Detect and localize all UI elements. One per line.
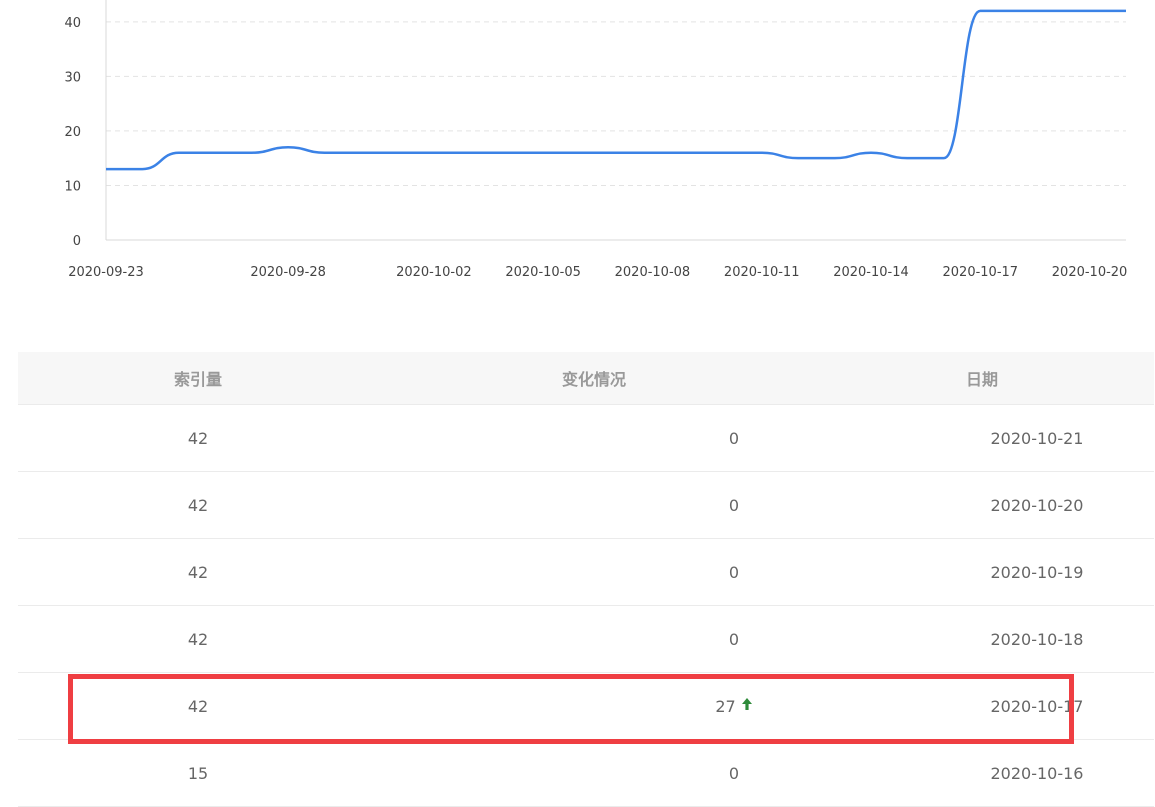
y-tick-label: 30 xyxy=(64,70,81,85)
cell-date: 2020-10-17 xyxy=(990,696,1084,716)
change-value: 27 xyxy=(715,696,736,716)
cell-index: 42 xyxy=(187,629,209,649)
x-tick-label: 2020-10-20 xyxy=(1052,265,1128,280)
change-with-arrow: 27 xyxy=(715,696,752,716)
table-row: 42 0 2020-10-19 xyxy=(18,539,1154,606)
cell-index: 42 xyxy=(187,696,209,716)
header-change: 变化情况 xyxy=(561,370,626,389)
table-header: 索引量 变化情况 日期 xyxy=(18,352,1154,405)
x-tick-label: 2020-10-11 xyxy=(724,265,800,280)
cell-index: 42 xyxy=(187,562,209,582)
x-tick-label: 2020-09-28 xyxy=(250,265,326,280)
cell-index: 15 xyxy=(187,763,209,783)
cell-date: 2020-10-20 xyxy=(990,495,1084,515)
table-row: 15 0 2020-10-16 xyxy=(18,740,1154,807)
change-value: 0 xyxy=(728,763,740,783)
y-tick-label: 40 xyxy=(64,16,81,31)
header-date: 日期 xyxy=(965,370,998,389)
x-tick-label: 2020-10-05 xyxy=(505,265,581,280)
cell-change: 0 xyxy=(378,630,920,649)
cell-change: 0 xyxy=(378,496,920,515)
cell-date: 2020-10-19 xyxy=(990,562,1084,582)
cell-index: 42 xyxy=(187,428,209,448)
x-tick-label: 2020-10-17 xyxy=(943,265,1019,280)
x-tick-label: 2020-10-02 xyxy=(396,265,472,280)
index-table: 索引量 变化情况 日期 42 0 2020-10-21 42 0 2020-10… xyxy=(18,352,1154,807)
change-value: 0 xyxy=(728,495,740,515)
change-value: 0 xyxy=(728,562,740,582)
cell-change: 27 xyxy=(378,696,920,716)
cell-date: 2020-10-18 xyxy=(990,629,1084,649)
y-tick-label: 0 xyxy=(73,234,81,249)
table-row: 42 0 2020-10-21 xyxy=(18,405,1154,472)
x-tick-label: 2020-09-23 xyxy=(68,265,144,280)
series-line xyxy=(105,9,1126,171)
cell-change: 0 xyxy=(378,429,920,448)
cell-change: 0 xyxy=(378,563,920,582)
arrow-up-icon xyxy=(741,696,753,716)
table-row: 42 0 2020-10-20 xyxy=(18,472,1154,539)
y-tick-label: 20 xyxy=(64,125,81,140)
table-row: 42 0 2020-10-18 xyxy=(18,606,1154,673)
cell-date: 2020-10-16 xyxy=(990,763,1084,783)
cell-date: 2020-10-21 xyxy=(990,428,1084,448)
table-row: 42 27 2020-10-17 xyxy=(18,673,1154,740)
change-value: 0 xyxy=(728,428,740,448)
cell-index: 42 xyxy=(187,495,209,515)
header-index: 索引量 xyxy=(173,370,222,389)
change-value: 0 xyxy=(728,629,740,649)
cell-change: 0 xyxy=(378,764,920,783)
x-tick-label: 2020-10-14 xyxy=(833,265,909,280)
index-trend-chart: 0 10 20 30 40 2020-09-23 2020-09-28 2020-10-02 2… xyxy=(64,0,1128,280)
x-tick-label: 2020-10-08 xyxy=(615,265,691,280)
y-tick-label: 10 xyxy=(64,179,81,194)
table-body: 42 0 2020-10-21 42 0 2020-10-20 42 0 202… xyxy=(18,405,1154,807)
